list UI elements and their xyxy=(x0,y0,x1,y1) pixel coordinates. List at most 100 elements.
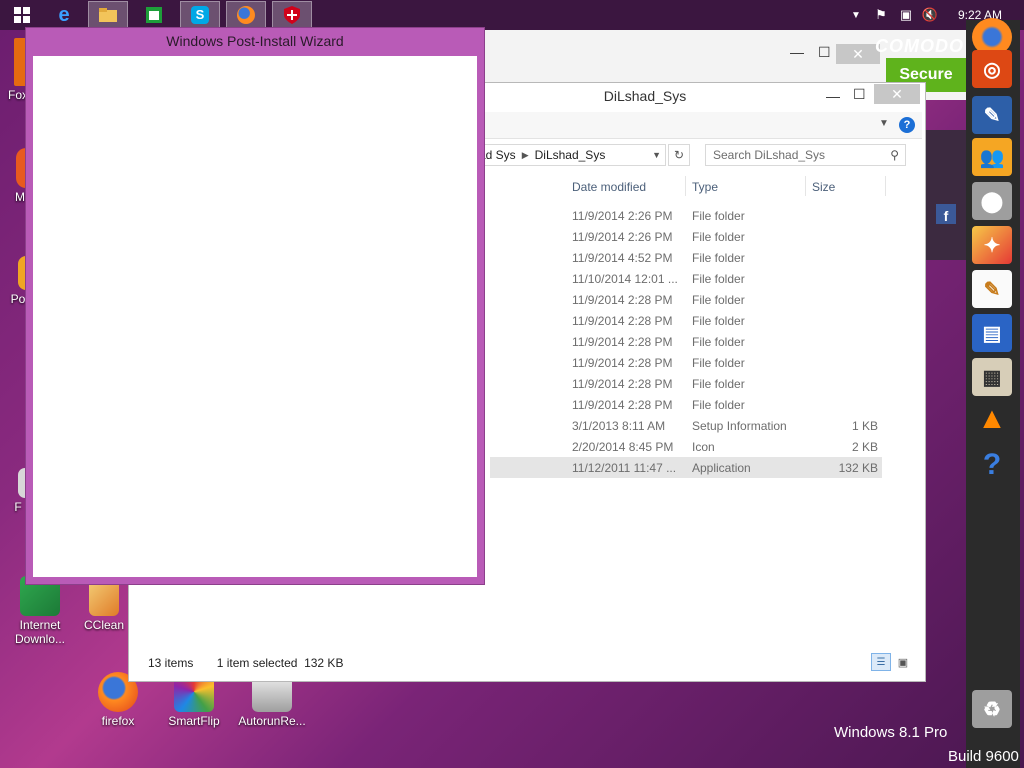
vlc-cone-icon: ▲ xyxy=(977,402,1007,435)
details-view-button[interactable]: ☰ xyxy=(871,653,891,671)
build-watermark: Build 9600 xyxy=(948,748,1019,765)
firefox-button[interactable] xyxy=(226,1,266,29)
dock-vlc[interactable]: ▲ xyxy=(972,400,1012,438)
minimize-icon: — xyxy=(826,88,840,104)
cell-type: File folder xyxy=(692,314,745,328)
table-row[interactable]: 11/9/2014 2:26 PM File folder xyxy=(490,226,882,247)
cell-date: 11/9/2014 2:28 PM xyxy=(572,356,673,370)
show-hidden-icons[interactable]: ▼ xyxy=(848,0,864,30)
table-row[interactable]: 11/9/2014 2:28 PM File folder xyxy=(490,394,882,415)
cell-date: 11/9/2014 2:26 PM xyxy=(572,209,673,223)
help-button[interactable]: ? xyxy=(899,117,915,133)
cell-type: File folder xyxy=(692,293,745,307)
close-icon: ✕ xyxy=(891,85,903,102)
cell-date: 11/9/2014 2:28 PM xyxy=(572,398,673,412)
table-row[interactable]: 3/1/2013 8:11 AM Setup Information 1 KB xyxy=(490,415,882,436)
table-row[interactable]: 11/9/2014 4:52 PM File folder xyxy=(490,247,882,268)
table-row[interactable]: 2/20/2014 8:45 PM Icon 2 KB xyxy=(490,436,882,457)
dock-notepad[interactable]: ✎ xyxy=(972,270,1012,308)
table-row[interactable]: 11/9/2014 2:28 PM File folder xyxy=(490,289,882,310)
cell-type: File folder xyxy=(692,209,745,223)
table-row[interactable]: 11/9/2014 2:28 PM File folder xyxy=(490,331,882,352)
cell-type: Application xyxy=(692,461,751,475)
column-header-type[interactable]: Type xyxy=(692,180,718,194)
cell-type: File folder xyxy=(692,230,745,244)
dock-users[interactable]: 👥 xyxy=(972,138,1012,176)
comodo-maximize-button[interactable]: ☐ xyxy=(818,44,831,61)
expand-ribbon-button[interactable]: ▼ xyxy=(879,118,889,129)
store-button[interactable] xyxy=(134,1,174,29)
dock-calculator[interactable]: ▦ xyxy=(972,358,1012,396)
wizard-content[interactable] xyxy=(33,56,477,577)
chevron-down-icon[interactable]: ▼ xyxy=(652,150,661,160)
speaker-muted-icon: 🔇 xyxy=(921,7,939,22)
windows-logo-icon xyxy=(14,7,30,23)
wizard-title: Windows Post-Install Wizard xyxy=(166,33,344,49)
volume-tray[interactable]: 🔇 xyxy=(920,0,940,30)
cell-date: 11/9/2014 2:28 PM xyxy=(572,293,673,307)
comodo-minimize-button[interactable]: — xyxy=(790,44,804,60)
breadcrumb-current[interactable]: DiLshad_Sys xyxy=(535,148,606,162)
network-tray[interactable]: ▣ xyxy=(896,0,916,30)
desktop-icon-internet-download[interactable]: Internet Downlo... xyxy=(4,576,76,646)
comodo-button[interactable] xyxy=(272,1,312,29)
chevron-down-icon: ▼ xyxy=(879,118,889,129)
large-icons-view-button[interactable]: ▣ xyxy=(894,654,912,670)
dock-network[interactable]: ⬤ xyxy=(972,182,1012,220)
firefox-icon xyxy=(237,6,255,24)
search-icon: ⚲ xyxy=(890,148,899,162)
start-button[interactable] xyxy=(2,1,42,29)
paint-icon: ✦ xyxy=(983,234,1001,257)
table-row[interactable]: 11/12/2011 11:47 ... Application 132 KB xyxy=(490,457,882,478)
explorer-maximize-button[interactable]: ☐ xyxy=(853,86,866,103)
column-header-date[interactable]: Date modified xyxy=(572,180,646,194)
column-divider[interactable] xyxy=(885,176,886,196)
table-row[interactable]: 11/9/2014 2:28 PM File folder xyxy=(490,310,882,331)
explorer-minimize-button[interactable]: — xyxy=(826,88,840,104)
dock-paint[interactable]: ✦ xyxy=(972,226,1012,264)
explorer-close-button[interactable]: ✕ xyxy=(874,84,920,104)
address-bar[interactable]: ad Sys ▶ DiLshad_Sys ▼ xyxy=(479,144,666,166)
cell-size: 132 KB xyxy=(838,461,878,475)
desktop-icon-label: firefox xyxy=(101,714,135,728)
file-explorer-button[interactable] xyxy=(88,1,128,29)
desktop-icon-label: F xyxy=(14,500,22,514)
desktop-icon-label: M xyxy=(15,190,25,204)
cell-type: File folder xyxy=(692,335,745,349)
cell-type: File folder xyxy=(692,272,745,286)
refresh-button[interactable]: ↻ xyxy=(668,144,690,166)
skype-button[interactable]: S xyxy=(180,1,220,29)
table-row[interactable]: 11/9/2014 2:26 PM File folder xyxy=(490,205,882,226)
column-divider[interactable] xyxy=(685,176,686,196)
column-header-size[interactable]: Size xyxy=(812,180,835,194)
facebook-icon[interactable]: f xyxy=(936,204,956,224)
dock-ubuntu[interactable]: ◎ xyxy=(972,50,1012,88)
recycle-bin-icon: ♻ xyxy=(983,698,1001,721)
windows-edition-watermark: Windows 8.1 Pro xyxy=(834,724,948,741)
office-icon: ▤ xyxy=(982,322,1002,345)
ie-button[interactable]: e xyxy=(44,1,84,29)
cell-type: File folder xyxy=(692,251,745,265)
cell-date: 11/10/2014 12:01 ... xyxy=(572,272,678,286)
cell-size: 1 KB xyxy=(851,419,878,433)
column-divider[interactable] xyxy=(805,176,806,196)
desktop-icon-label: AutorunRe... xyxy=(238,714,306,728)
table-row[interactable]: 11/10/2014 12:01 ... File folder xyxy=(490,268,882,289)
dock-office[interactable]: ▤ xyxy=(972,314,1012,352)
table-row[interactable]: 11/9/2014 2:28 PM File folder xyxy=(490,373,882,394)
ubuntu-icon: ◎ xyxy=(983,58,1001,81)
table-row[interactable]: 11/9/2014 2:28 PM File folder xyxy=(490,352,882,373)
search-input[interactable]: Search DiLshad_Sys ⚲ xyxy=(705,144,906,166)
internet-explorer-icon: e xyxy=(58,3,70,26)
desktop-icon-label: SmartFlip xyxy=(168,714,220,728)
folder-icon xyxy=(99,8,117,22)
action-center-flag[interactable]: ⚑ xyxy=(872,0,890,30)
maximize-icon: ☐ xyxy=(853,86,866,102)
cell-type: Setup Information xyxy=(692,419,787,433)
dock-editor[interactable]: ✎ xyxy=(972,96,1012,134)
comodo-brand: COMODO xyxy=(875,36,964,56)
comodo-close-button[interactable]: ✕ xyxy=(836,44,880,64)
maximize-icon: ☐ xyxy=(818,44,831,60)
dock-help[interactable]: ? xyxy=(972,446,1012,484)
dock-recycle-bin[interactable]: ♻ xyxy=(972,690,1012,728)
